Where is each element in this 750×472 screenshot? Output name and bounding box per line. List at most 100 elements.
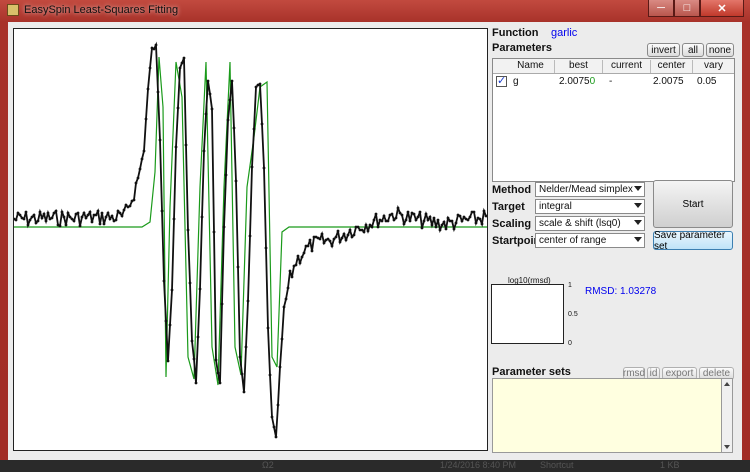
experimental-data-point: [180, 61, 184, 65]
experimental-data-point: [142, 149, 146, 153]
experimental-data-point: [212, 230, 216, 234]
experimental-data-point: [318, 237, 322, 241]
param-center-cell[interactable]: 2.0075: [653, 76, 684, 87]
taskbar-item: Ω2: [262, 460, 274, 470]
experimental-data-point: [412, 212, 416, 216]
parameter-sets-scrollbar[interactable]: [721, 378, 733, 453]
experimental-data-point: [124, 203, 128, 207]
method-dropdown[interactable]: Nelder/Mead simplex: [535, 182, 645, 197]
experimental-data-point: [80, 215, 84, 219]
param-name-cell[interactable]: g: [513, 76, 519, 87]
startpoint-dropdown[interactable]: center of range: [535, 233, 645, 248]
experimental-data-point: [454, 221, 458, 225]
experimental-data-point: [40, 216, 44, 220]
experimental-data-point: [248, 234, 252, 238]
experimental-data-point: [330, 244, 334, 248]
experimental-data-point: [244, 345, 248, 349]
maximize-button[interactable]: □: [674, 0, 700, 17]
spectrum-plot[interactable]: [13, 28, 488, 451]
taskbar-strip: Ω2 1/24/2016 8:40 PM Shortcut 1 KB: [0, 460, 750, 472]
experimental-data-point: [18, 213, 22, 217]
rmsd-readout: RMSD: 1.03278: [585, 286, 657, 297]
experimental-data-point: [268, 373, 272, 377]
experimental-data-point: [406, 210, 410, 214]
experimental-data-point: [336, 229, 340, 233]
param-vary-cell[interactable]: 0.05: [697, 76, 716, 87]
experimental-data-point: [438, 228, 442, 232]
scroll-down-icon[interactable]: [724, 445, 730, 449]
param-current-cell: -: [609, 76, 613, 87]
experimental-data-point: [424, 212, 428, 216]
experimental-data-point: [132, 198, 136, 202]
select-none-button[interactable]: none: [706, 43, 734, 57]
experimental-data-point: [350, 235, 354, 239]
taskbar-item: 1 KB: [660, 460, 680, 470]
experimental-data-point: [474, 221, 478, 225]
experimental-data-point: [478, 217, 482, 221]
experimental-data-point: [182, 56, 186, 60]
save-parameter-set-button[interactable]: Save parameter set: [653, 230, 733, 252]
parameters-table[interactable]: Name best current center vary g 2.00750 …: [492, 58, 735, 182]
experimental-data-point: [426, 218, 430, 222]
column-header-best[interactable]: best: [555, 60, 603, 73]
experimental-data-point: [302, 251, 306, 255]
experimental-data-point: [236, 265, 240, 269]
experimental-data-point: [64, 223, 68, 227]
column-header-center[interactable]: center: [651, 60, 693, 73]
experimental-data-point: [308, 238, 312, 242]
taskbar-item: 1/24/2016 8:40 PM: [440, 460, 517, 470]
experimental-data-point: [250, 165, 254, 169]
experimental-data-point: [98, 222, 102, 226]
experimental-data-point: [234, 179, 238, 183]
experimental-data-point: [84, 216, 88, 220]
rmsd-tick-mid: 0.5: [568, 311, 578, 318]
experimental-data-point: [118, 211, 122, 215]
experimental-data-point: [380, 219, 384, 223]
invert-button[interactable]: invert: [647, 43, 680, 57]
experimental-data-point: [342, 232, 346, 236]
experimental-data-point: [200, 215, 204, 219]
experimental-data-point: [260, 122, 264, 126]
experimental-data-point: [408, 219, 412, 223]
experimental-data-point: [202, 149, 206, 153]
experimental-data-point: [42, 212, 46, 216]
experimental-data-point: [232, 126, 236, 130]
experimental-data-point: [106, 211, 110, 215]
parameter-row-checkbox[interactable]: [496, 74, 507, 87]
experimental-data-point: [436, 218, 440, 222]
title-bar[interactable]: EasySpin Least-Squares Fitting ─ □ ✕: [0, 0, 750, 22]
experimental-data-point: [204, 112, 208, 116]
experimental-data-point: [466, 218, 470, 222]
experimental-data-point: [76, 211, 80, 215]
experimental-data-point: [96, 209, 100, 213]
experimental-data-point: [172, 217, 176, 221]
experimental-data-point: [338, 240, 342, 244]
start-button[interactable]: Start: [653, 180, 733, 228]
column-header-current[interactable]: current: [603, 60, 651, 73]
experimental-data-point: [158, 138, 162, 142]
column-header-vary[interactable]: vary: [693, 60, 734, 73]
experimental-data-point: [108, 217, 112, 221]
target-dropdown[interactable]: integral: [535, 199, 645, 214]
experimental-data-point: [332, 237, 336, 241]
scaling-value: scale & shift (lsq0): [539, 218, 621, 229]
scroll-up-icon[interactable]: [724, 382, 730, 386]
close-button[interactable]: ✕: [700, 0, 744, 17]
experimental-data-point: [460, 219, 464, 223]
parameter-sets-list[interactable]: [492, 378, 730, 453]
experimental-data-point: [280, 337, 284, 341]
scaling-dropdown[interactable]: scale & shift (lsq0): [535, 216, 645, 231]
experimental-data-point: [372, 218, 376, 222]
experimental-data-point: [290, 275, 294, 279]
experimental-data-point: [72, 219, 76, 223]
experimental-data-point: [144, 117, 148, 121]
experimental-data-point: [152, 47, 156, 51]
app-window: EasySpin Least-Squares Fitting ─ □ ✕ Fun…: [0, 0, 750, 472]
experimental-data-point: [444, 227, 448, 231]
chevron-down-icon: [634, 237, 642, 242]
minimize-button[interactable]: ─: [648, 0, 674, 17]
column-header-name[interactable]: Name: [507, 60, 555, 73]
experimental-data-point: [210, 107, 214, 111]
select-all-button[interactable]: all: [682, 43, 704, 57]
experimental-data-point: [328, 239, 332, 243]
